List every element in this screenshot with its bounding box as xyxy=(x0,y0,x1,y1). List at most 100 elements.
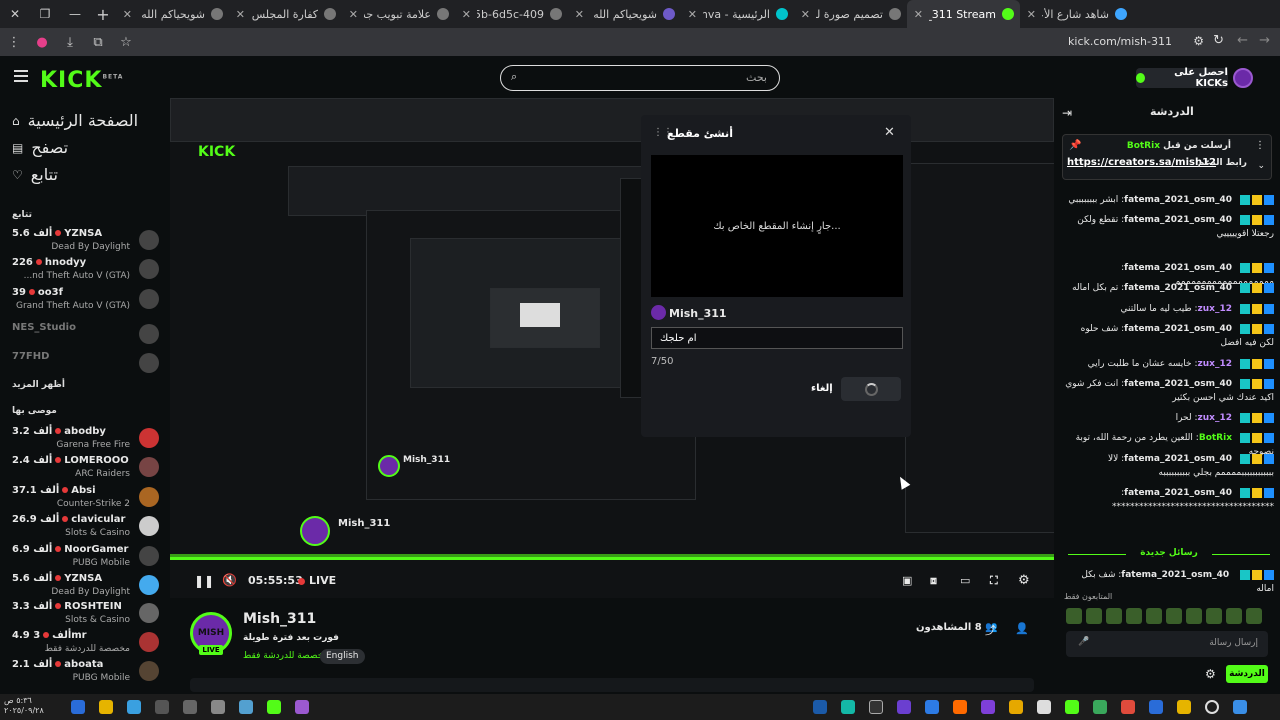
browser-tab[interactable]: الرئيسية - Canva ✕ xyxy=(681,0,794,28)
browser-tab[interactable]: 0683875b-6d5c-409 ✕ xyxy=(455,0,568,28)
message-user[interactable]: fatema_2021_osm_40 xyxy=(1124,379,1232,389)
video-progress-bar[interactable] xyxy=(170,557,1054,560)
sidebar-channel[interactable]: 39 oo3f Grand Theft Auto V (GTA) xyxy=(12,287,162,315)
user-avatar[interactable] xyxy=(1233,68,1253,88)
message-user[interactable]: fatema_2021_osm_40 xyxy=(1124,324,1232,334)
message-user[interactable]: fatema_2021_osm_40 xyxy=(1124,454,1232,464)
browser-tab[interactable]: كفارة المجلس - بحث ✕ xyxy=(229,0,342,28)
emote-icon[interactable] xyxy=(1106,608,1122,624)
tab-close-icon[interactable]: ✕ xyxy=(687,8,697,21)
taskbar-app-icon[interactable] xyxy=(71,700,85,714)
taskbar-app-icon[interactable] xyxy=(953,700,967,714)
bookmark-star-icon[interactable]: ☆ xyxy=(112,35,140,50)
sidebar-channel[interactable]: 226 hnodyy ...nd Theft Auto V (GTA) xyxy=(12,257,162,285)
emote-icon[interactable] xyxy=(1086,608,1102,624)
message-user[interactable]: fatema_2021_osm_40 xyxy=(1124,283,1232,293)
tab-close-icon[interactable]: ✕ xyxy=(348,8,358,21)
video-player[interactable]: KICK Mish_311 Mish_311 xyxy=(170,98,1054,598)
tab-close-icon[interactable]: ✕ xyxy=(574,8,584,21)
emote-icon[interactable] xyxy=(1066,608,1082,624)
sidebar-channel[interactable]: 5.6 ألف YZNSA Dead By Daylight xyxy=(12,228,162,256)
message-user[interactable]: BotRix xyxy=(1199,433,1232,443)
chat-settings-icon[interactable]: ⚙ xyxy=(1205,667,1216,681)
steam-icon[interactable] xyxy=(813,700,827,714)
sidebar-channel[interactable]: 6.9 ألف NoorGamer PUBG Mobile xyxy=(12,544,162,572)
fullscreen-icon[interactable]: ⛶ xyxy=(990,574,998,588)
message-user[interactable]: fatema_2021_osm_40 xyxy=(1121,570,1229,580)
emote-icon[interactable] xyxy=(1186,608,1202,624)
clip-title-input[interactable] xyxy=(651,327,903,349)
close-window-icon[interactable]: ✕ xyxy=(0,0,30,28)
chat-input[interactable]: إرسال رسالة 🎤 xyxy=(1066,631,1268,657)
browser-tab[interactable]: Mish_311 Stream ✕ xyxy=(907,0,1020,28)
taskbar-app-icon[interactable] xyxy=(1149,700,1163,714)
chrome-icon[interactable] xyxy=(1121,700,1135,714)
taskbar-app-icon[interactable] xyxy=(981,700,995,714)
get-kicks-button[interactable]: احصل على KICKs xyxy=(1136,67,1228,89)
taskbar-app-icon[interactable] xyxy=(841,700,855,714)
taskbar-app-icon[interactable] xyxy=(869,700,883,714)
stream-category[interactable]: مخصصة للدردشة فقط xyxy=(243,651,328,661)
mute-icon[interactable]: 🔇 xyxy=(222,573,237,587)
taskbar-app-icon[interactable] xyxy=(127,700,141,714)
start-menu-icon[interactable] xyxy=(1233,700,1247,714)
browser-tab[interactable]: شويحياكم الله شوي و ✕ xyxy=(568,0,681,28)
search-input[interactable]: ⌕ بحث xyxy=(500,65,780,91)
sidebar-channel[interactable]: 3.3 ألف ROSHTEIN Slots & Casino xyxy=(12,601,162,629)
profile-icon[interactable]: ● xyxy=(28,35,56,50)
message-user[interactable]: zux_12 xyxy=(1198,304,1232,314)
restore-window-icon[interactable]: ❐ xyxy=(30,0,60,28)
close-icon[interactable]: ✕ xyxy=(884,125,895,140)
taskbar-app-icon[interactable] xyxy=(267,700,281,714)
tab-close-icon[interactable]: ✕ xyxy=(122,8,132,21)
browser-tab[interactable]: علامة تبويب جديدة ✕ xyxy=(342,0,455,28)
expand-pinned-icon[interactable]: ⌄ xyxy=(1257,161,1265,171)
sidebar-nav-item[interactable]: الصفحة الرئيسية ⌂ xyxy=(12,111,138,130)
taskbar-app-icon[interactable] xyxy=(1065,700,1079,714)
message-user[interactable]: fatema_2021_osm_40 xyxy=(1124,488,1232,498)
taskbar-app-icon[interactable] xyxy=(295,700,309,714)
browser-tab[interactable]: شاهد شارع الأعشى - الـ ✕ xyxy=(1020,0,1133,28)
minimize-window-icon[interactable]: — xyxy=(60,0,90,28)
browser-tab[interactable]: شويحياكم الله شوي و ✕ xyxy=(116,0,229,28)
language-tag[interactable]: English xyxy=(320,649,365,664)
sidebar-channel[interactable]: 5.6 ألف YZNSA Dead By Daylight xyxy=(12,573,162,601)
emote-icon[interactable] xyxy=(1226,608,1242,624)
pip-icon[interactable]: ▭ xyxy=(960,574,970,587)
taskbar-app-icon[interactable] xyxy=(1037,700,1051,714)
emote-icon[interactable] xyxy=(1126,608,1142,624)
message-user[interactable]: fatema_2021_osm_40 xyxy=(1124,195,1232,205)
taskbar-app-icon[interactable] xyxy=(1093,700,1107,714)
collapse-chat-icon[interactable]: ⇥ xyxy=(1062,106,1072,120)
tab-close-icon[interactable]: ✕ xyxy=(913,8,923,21)
reload-icon[interactable]: ↻ xyxy=(1213,33,1224,48)
search-taskbar-icon[interactable] xyxy=(1205,700,1219,714)
taskbar-app-icon[interactable] xyxy=(211,700,225,714)
pause-icon[interactable]: ❚❚ xyxy=(194,574,214,588)
cancel-button[interactable]: إلغاء xyxy=(811,383,833,394)
emote-icon[interactable] xyxy=(1146,608,1162,624)
emote-icon[interactable] xyxy=(1246,608,1262,624)
hamburger-menu-icon[interactable] xyxy=(14,70,28,82)
message-user[interactable]: zux_12 xyxy=(1198,359,1232,369)
message-user[interactable]: zux_12 xyxy=(1198,413,1232,423)
taskbar-app-icon[interactable] xyxy=(925,700,939,714)
tab-close-icon[interactable]: ✕ xyxy=(461,8,471,21)
sidebar-channel[interactable]: 3.2 ألف abodby Garena Free Fire xyxy=(12,426,162,454)
sidebar-channel[interactable]: 4.9 ألف3mr مخصصة للدردشة فقط xyxy=(12,630,162,658)
taskbar-app-icon[interactable] xyxy=(897,700,911,714)
taskbar-app-icon[interactable] xyxy=(183,700,197,714)
sidebar-channel[interactable]: 37.1 ألف Absi Counter-Strike 2 xyxy=(12,485,162,513)
sidebar-channel[interactable]: 2.4 ألف LOMEROOO ARC Raiders xyxy=(12,455,162,483)
pinned-menu-icon[interactable]: ⋮ xyxy=(1255,140,1265,151)
sidebar-channel[interactable]: 77FHD xyxy=(12,351,162,379)
tab-close-icon[interactable]: ✕ xyxy=(235,8,245,21)
back-icon[interactable]: ← xyxy=(1237,33,1248,48)
taskbar-app-icon[interactable] xyxy=(239,700,253,714)
emote-icon[interactable] xyxy=(1166,608,1182,624)
drag-handle-icon[interactable]: ⋮⋮ xyxy=(653,127,673,138)
tab-close-icon[interactable]: ✕ xyxy=(1026,8,1036,21)
emote-icon[interactable] xyxy=(1206,608,1222,624)
clip-icon[interactable]: ▣ xyxy=(902,574,912,587)
message-user[interactable]: fatema_2021_osm_40 xyxy=(1124,263,1232,273)
